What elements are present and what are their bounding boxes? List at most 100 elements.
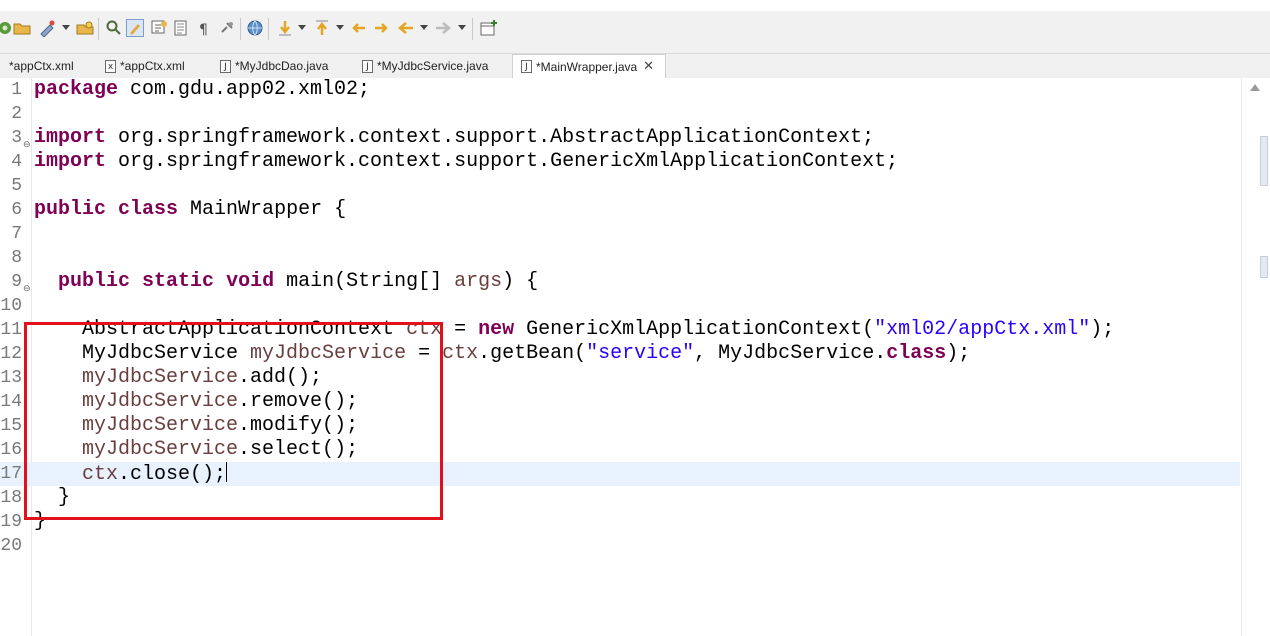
code-text: myJdbcService.remove(); bbox=[34, 390, 358, 414]
code-token: AbstractApplicationContext bbox=[34, 318, 407, 341]
keyword: public bbox=[34, 198, 107, 221]
overview-ruler-mark bbox=[1260, 256, 1268, 278]
back-dropdown-icon[interactable] bbox=[420, 25, 428, 30]
code-token: , MyJdbcService. bbox=[694, 342, 887, 365]
code-line[interactable]: 15 myJdbcService.modify(); bbox=[0, 414, 1240, 438]
last-edit-icon[interactable] bbox=[350, 19, 368, 37]
tab-label: *MyJdbcService.java bbox=[377, 59, 489, 73]
line-number: 5 bbox=[11, 176, 22, 196]
scroll-up-icon[interactable] bbox=[1250, 84, 1260, 91]
next-annotation-icon[interactable] bbox=[276, 19, 294, 37]
code-line[interactable]: 3 ⊖ import org.springframework.context.sup… bbox=[0, 126, 1240, 150]
code-line[interactable]: 11 AbstractApplicationContext ctx = new … bbox=[0, 318, 1240, 342]
code-token: .getBean( bbox=[478, 342, 587, 365]
code-line[interactable]: 18 } bbox=[0, 486, 1240, 510]
code-token: MyJdbcService bbox=[34, 342, 251, 365]
code-line[interactable]: 6 public class MainWrapper { bbox=[0, 198, 1240, 222]
code-token: } bbox=[34, 510, 47, 533]
code-line[interactable]: 4 import org.springframework.context.supp… bbox=[0, 150, 1240, 174]
new-view-icon[interactable] bbox=[480, 19, 498, 37]
svg-text:¶: ¶ bbox=[199, 22, 208, 37]
local-variable: myJdbcService bbox=[82, 390, 239, 413]
line-number: 14 bbox=[0, 392, 22, 412]
keyword: void bbox=[226, 270, 275, 293]
code-token: MainWrapper { bbox=[178, 198, 347, 221]
keyword: class bbox=[886, 342, 947, 365]
code-line[interactable]: 12 MyJdbcService myJdbcService = ctx.get… bbox=[0, 342, 1240, 366]
local-variable: myJdbcService bbox=[82, 366, 239, 389]
toolbar: ¶ bbox=[0, 11, 1270, 54]
code-token: com.gdu.app02.xml02; bbox=[118, 78, 371, 101]
code-text: import org.springframework.context.suppo… bbox=[34, 126, 874, 150]
toggle-breadcrumb-icon[interactable] bbox=[172, 19, 190, 37]
string-literal: "service" bbox=[586, 342, 695, 365]
code-line[interactable]: 1 package com.gdu.app02.xml02; bbox=[0, 78, 1240, 102]
code-line[interactable]: 5 bbox=[0, 174, 1240, 198]
code-text: myJdbcService.add(); bbox=[34, 366, 322, 390]
mark-occurrences-icon[interactable] bbox=[126, 19, 144, 37]
tab-myjdbcdao-java[interactable]: J *MyJdbcDao.java bbox=[220, 54, 328, 78]
run-icon[interactable] bbox=[38, 19, 56, 37]
code-line[interactable]: 20 bbox=[0, 534, 1240, 558]
code-line[interactable]: 14 myJdbcService.remove(); bbox=[0, 390, 1240, 414]
keyword: public bbox=[58, 270, 131, 293]
tab-appctx-xml-1[interactable]: *appCtx.xml bbox=[0, 54, 74, 78]
local-variable: myJdbcService bbox=[250, 342, 407, 365]
overview-ruler-mark bbox=[1260, 136, 1268, 186]
prev-annotation-icon[interactable] bbox=[313, 19, 331, 37]
debug-icon[interactable] bbox=[0, 19, 14, 37]
keyword: new bbox=[478, 318, 515, 341]
code-line[interactable]: 10 bbox=[0, 294, 1240, 318]
tab-myjdbcservice-java[interactable]: J *MyJdbcService.java bbox=[362, 54, 488, 78]
line-number: 19 bbox=[0, 512, 22, 532]
tab-label: *appCtx.xml bbox=[9, 59, 74, 73]
pin-icon[interactable] bbox=[218, 19, 236, 37]
run-dropdown-icon[interactable] bbox=[62, 25, 70, 30]
line-number: 17 bbox=[0, 464, 22, 484]
line-number: 4 bbox=[11, 152, 22, 172]
line-number: 11 bbox=[0, 320, 22, 340]
code-text: package com.gdu.app02.xml02; bbox=[34, 78, 370, 102]
code-line[interactable]: 2 bbox=[0, 102, 1240, 126]
forward-icon[interactable] bbox=[434, 19, 452, 37]
open-folder-icon[interactable] bbox=[13, 19, 31, 37]
code-line[interactable]: 8 bbox=[0, 246, 1240, 270]
line-number: 12 bbox=[0, 344, 22, 364]
search-icon[interactable] bbox=[104, 19, 122, 37]
code-text: public static void main(String[] args) { bbox=[34, 270, 538, 294]
line-number: 9 bbox=[11, 272, 22, 292]
code-line[interactable]: 7 bbox=[0, 222, 1240, 246]
toggle-block-icon[interactable] bbox=[150, 19, 168, 37]
prev-annotation-dropdown-icon[interactable] bbox=[336, 25, 344, 30]
code-line[interactable]: 19} bbox=[0, 510, 1240, 534]
keyword: static bbox=[142, 270, 215, 293]
tab-mainwrapper-java[interactable]: J *MainWrapper.java ✕ bbox=[512, 54, 666, 78]
vertical-scrollbar[interactable] bbox=[1241, 78, 1270, 636]
close-icon[interactable]: ✕ bbox=[643, 59, 654, 74]
code-line[interactable]: 16 myJdbcService.select(); bbox=[0, 438, 1240, 462]
forward-dropdown-icon[interactable] bbox=[458, 25, 466, 30]
back-icon[interactable] bbox=[372, 19, 390, 37]
code-line[interactable]: 9 ⊖ public static void main(String[] args… bbox=[0, 270, 1240, 294]
code-token: GenericXmlApplicationContext( bbox=[514, 318, 875, 341]
code-token: .add(); bbox=[238, 366, 323, 389]
next-annotation-dropdown-icon[interactable] bbox=[298, 25, 306, 30]
tab-appctx-xml-2[interactable]: x *appCtx.xml bbox=[105, 54, 185, 78]
open-task-icon[interactable] bbox=[76, 19, 94, 37]
code-editor[interactable]: 1 package com.gdu.app02.xml02; 2 3 ⊖ import o… bbox=[0, 78, 1270, 636]
navigate-back-icon[interactable] bbox=[397, 19, 415, 37]
show-whitespace-icon[interactable]: ¶ bbox=[195, 19, 213, 37]
toolbar-separator bbox=[268, 18, 269, 40]
tab-label: *MyJdbcDao.java bbox=[235, 59, 329, 73]
local-variable: args bbox=[454, 270, 503, 293]
code-line[interactable]: 17 ctx.close(); bbox=[0, 462, 1240, 486]
line-number: 3 bbox=[11, 128, 22, 148]
globe-icon[interactable] bbox=[246, 19, 264, 37]
code-line[interactable]: 13 myJdbcService.add(); bbox=[0, 366, 1240, 390]
keyword: import bbox=[34, 150, 107, 173]
tab-label: *appCtx.xml bbox=[120, 59, 185, 73]
